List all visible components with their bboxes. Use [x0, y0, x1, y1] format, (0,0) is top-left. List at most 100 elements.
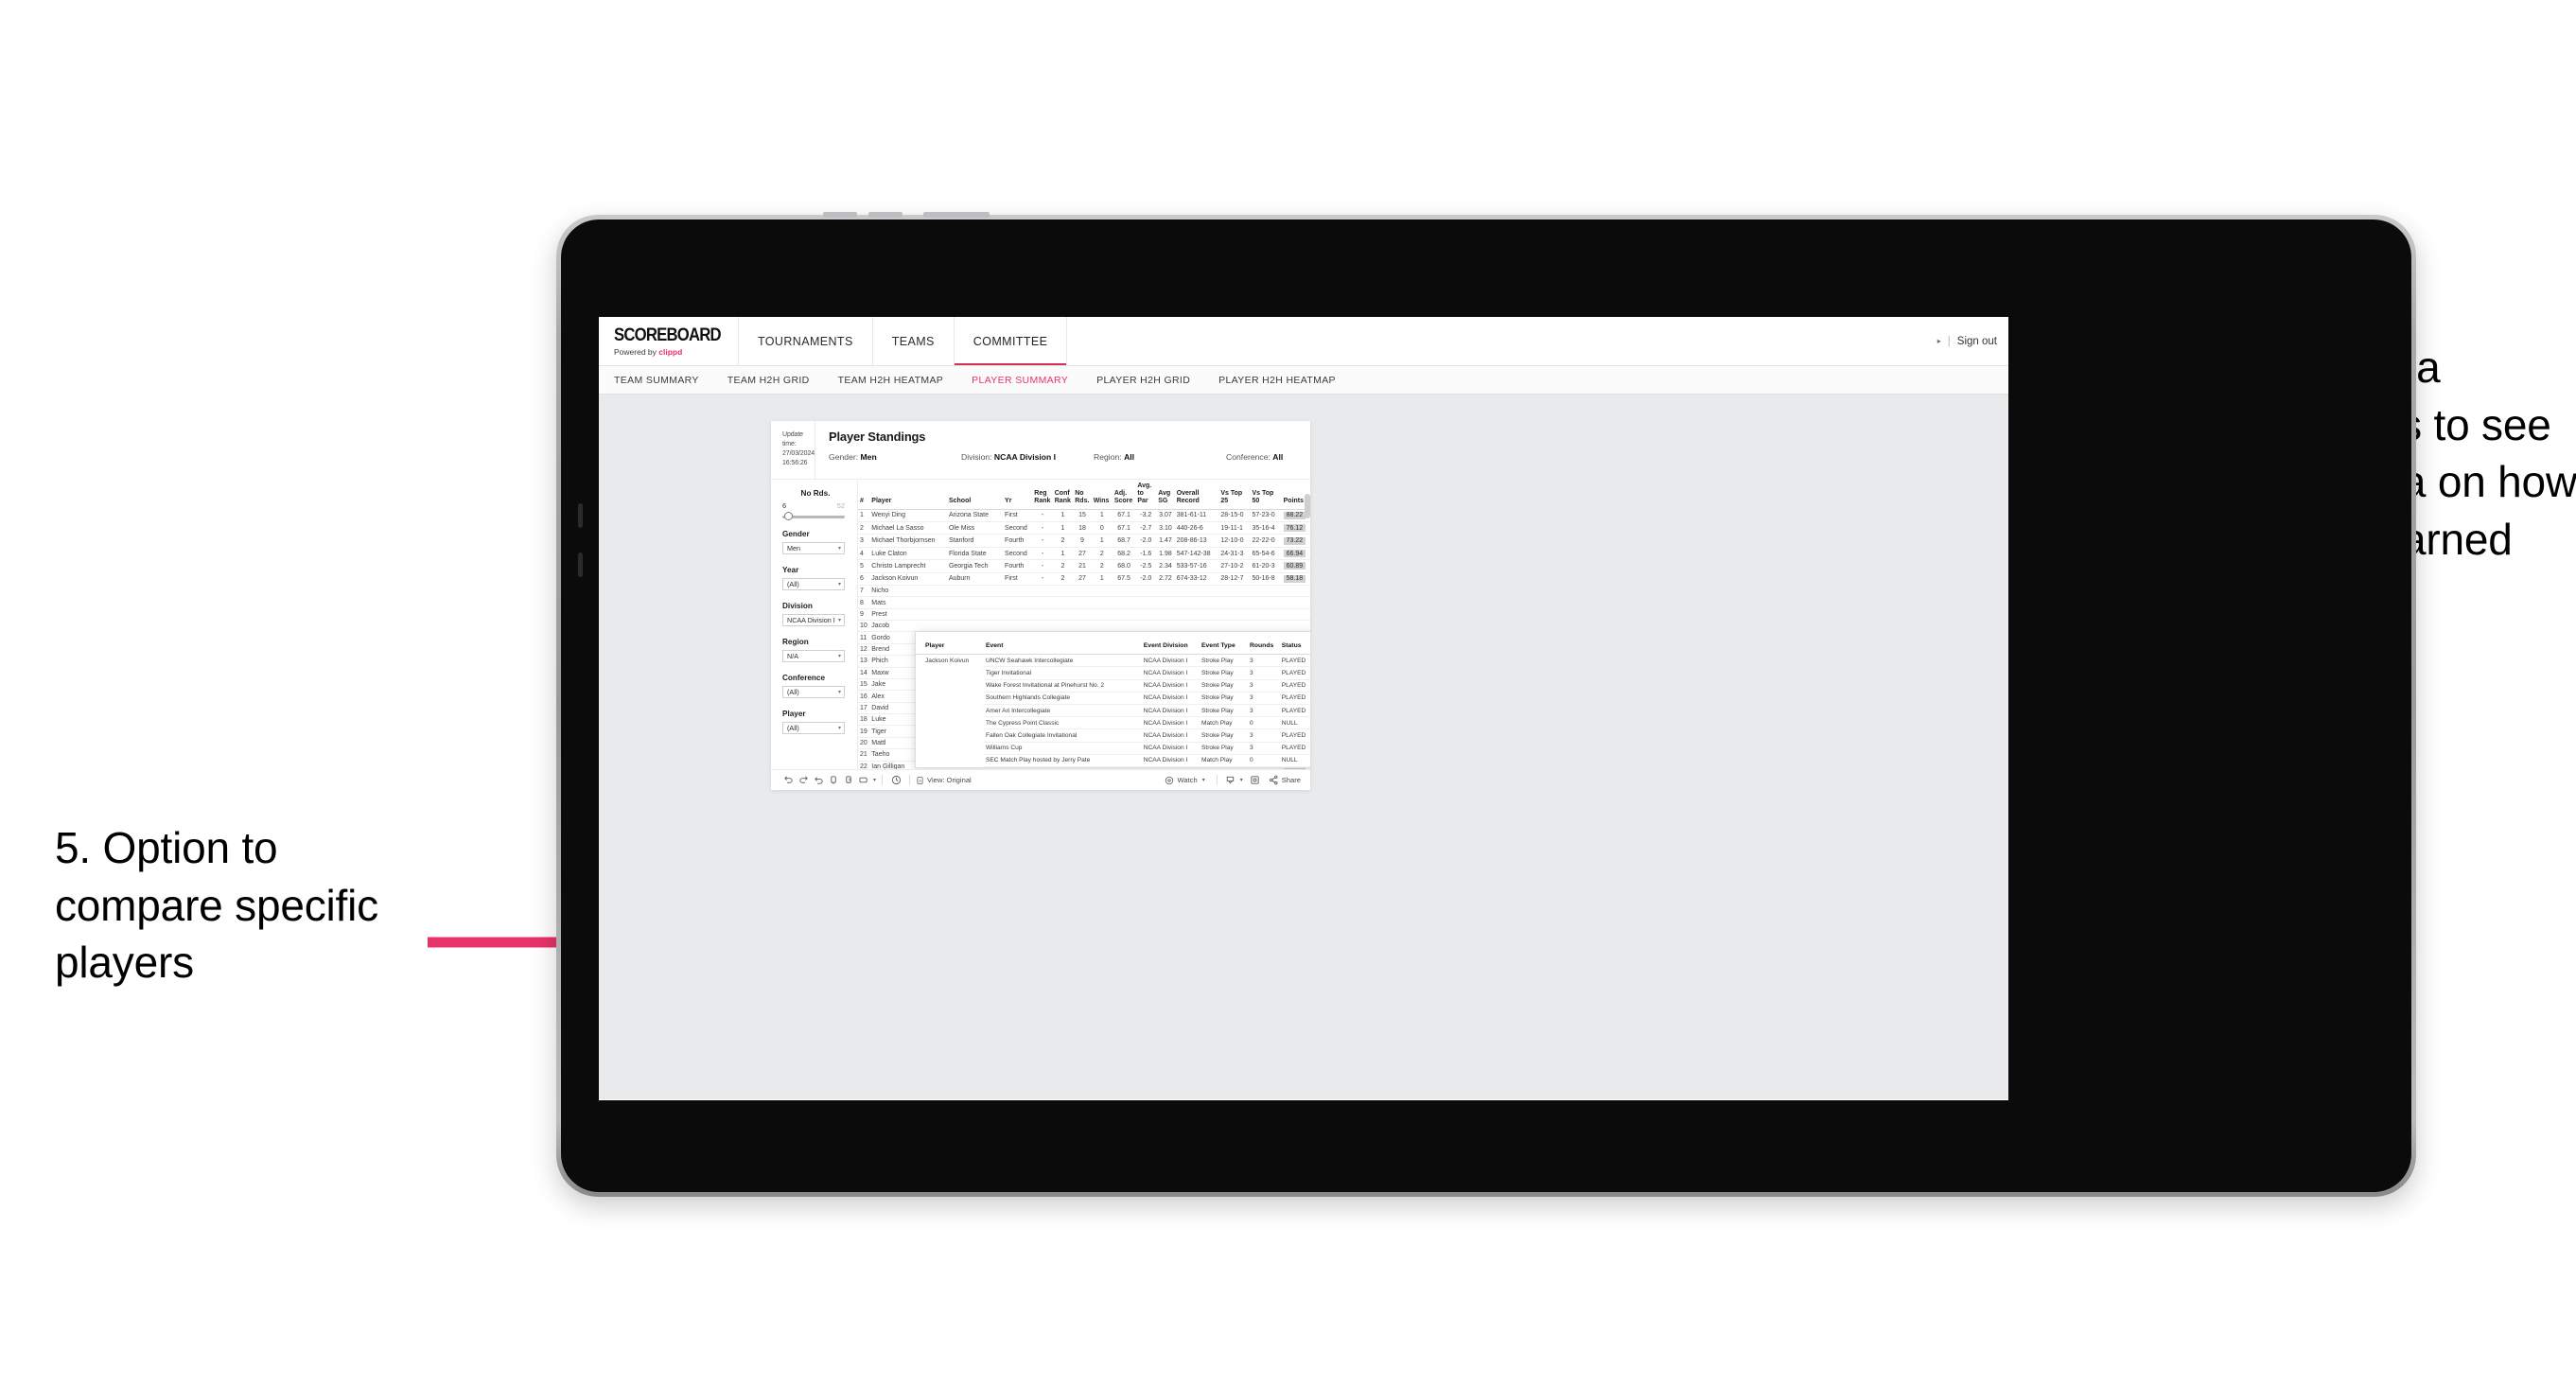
player-rank: 6	[858, 572, 870, 586]
account-chevron-icon[interactable]: ▸	[1937, 337, 1941, 345]
table-row[interactable]: 5 Christo Lamprecht Georgia Tech Fourth -2 21…	[858, 559, 1310, 573]
filter-year-label: Year	[782, 565, 799, 574]
table-row[interactable]: 9 Prest	[858, 608, 1310, 622]
table-row[interactable]: 6 Jackson Koivun Auburn First -2 27 1 67.5 -2.0 2…	[858, 572, 1310, 586]
summary-filter-conference: Conference: All	[1226, 452, 1358, 462]
subnav-item-player-summary[interactable]: PLAYER SUMMARY	[972, 375, 1068, 386]
brand-logo[interactable]: SCOREBOARD Powered by clippd	[599, 317, 739, 365]
subnav-item-team-summary[interactable]: TEAM SUMMARY	[614, 375, 699, 386]
no-rounds-range: 6 52	[782, 501, 845, 510]
subnav-item-player-h2h-grid[interactable]: PLAYER H2H GRID	[1096, 375, 1190, 386]
filter-gender: Gender Men ▾	[782, 530, 857, 554]
filter-region-select[interactable]: N/A ▾	[782, 649, 845, 662]
history-icon[interactable]	[888, 775, 903, 785]
filter-division-select[interactable]: NCAA Division I ▾	[782, 613, 845, 626]
no-rounds-slider-handle[interactable]	[784, 512, 793, 521]
player-points-cell[interactable]: 73.22	[1281, 534, 1310, 548]
tooltip-player-name	[916, 754, 983, 766]
player-points-cell[interactable]	[1281, 596, 1310, 609]
annotation-step-5: 5. Option to compare specific players	[55, 823, 378, 988]
filter-conference-select[interactable]: (All) ▾	[782, 685, 845, 698]
player-reg-rank: -	[1032, 547, 1053, 561]
download-icon[interactable]	[1223, 775, 1238, 785]
watch-button[interactable]: Watch ▾	[1165, 776, 1205, 785]
tooltip-event-type: Stroke Play	[1198, 654, 1247, 668]
redo-icon[interactable]	[796, 775, 811, 785]
summary-division-label: Division:	[961, 452, 992, 462]
col-year[interactable]: Yr	[1003, 479, 1033, 510]
no-rounds-slider[interactable]	[782, 512, 845, 521]
player-points-cell[interactable]: 66.94	[1281, 547, 1310, 561]
player-name: Jackson Koivun	[869, 572, 947, 586]
table-row[interactable]: 8 Mats	[858, 596, 1310, 609]
col-rank[interactable]: #	[858, 479, 870, 510]
sheet-title-zone: Player Standings Gender: Men Division: N…	[815, 421, 1358, 479]
tooltip-row: Tiger Invitational NCAA Division I Stroke …	[916, 666, 1310, 680]
table-row[interactable]: 4 Luke Claton Florida State Second -1 27 2 68.2…	[858, 547, 1310, 561]
tooltip-event-name: Southern Highlands Collegiate	[982, 692, 1141, 705]
player-wins	[1091, 608, 1113, 622]
slide-canvas: 4. Hover over a player’s points to see a…	[0, 0, 2576, 1386]
device-layout-icon[interactable]	[856, 775, 871, 785]
nav-item-committee[interactable]: COMMITTEE	[954, 317, 1068, 365]
table-row[interactable]: 3 Michael Thorbjornsen Stanford Fourth -2 9 1 6…	[858, 534, 1310, 548]
share-button[interactable]: Share	[1269, 775, 1301, 785]
nav-item-tournaments[interactable]: TOURNAMENTS	[739, 317, 873, 365]
col-vs-top-50[interactable]: Vs Top 50	[1250, 479, 1282, 510]
filter-region: Region N/A ▾	[782, 638, 857, 662]
fullscreen-icon[interactable]	[1248, 775, 1263, 785]
refresh-icon[interactable]	[841, 775, 856, 785]
col-player[interactable]: Player	[869, 479, 947, 510]
table-row[interactable]: 7 Nicho	[858, 585, 1310, 598]
tooltip-event-division: NCAA Division I	[1140, 692, 1199, 705]
device-layout-chevron-icon[interactable]: ▾	[873, 777, 876, 783]
subnav-item-team-h2h-grid[interactable]: TEAM H2H GRID	[727, 375, 810, 386]
col-reg-rank[interactable]: Reg Rank	[1032, 479, 1053, 510]
watch-chevron-icon[interactable]: ▾	[1202, 777, 1205, 783]
player-school	[946, 608, 1004, 622]
nav-item-teams[interactable]: TEAMS	[873, 317, 955, 365]
table-row[interactable]: 2 Michael La Sasso Ole Miss Second -1 18 0 67.1…	[858, 521, 1310, 535]
filter-year-select[interactable]: (All) ▾	[782, 577, 845, 590]
player-vs-top-50	[1250, 596, 1282, 609]
player-name: Michael Thorbjornsen	[869, 534, 947, 548]
col-school[interactable]: School	[946, 479, 1004, 510]
player-vs-top-25: 28-12-7	[1218, 572, 1251, 586]
sign-out-link[interactable]: Sign out	[1957, 336, 1997, 347]
tooltip-row: Amer Ari Intercollegiate NCAA Division IS…	[916, 704, 1310, 718]
pause-auto-update-icon[interactable]	[826, 775, 841, 785]
vertical-scrollbar[interactable]	[1305, 493, 1310, 518]
col-avg-to-par[interactable]: Avg. to Par	[1135, 479, 1157, 510]
col-conf-rank[interactable]: Conf Rank	[1052, 479, 1074, 510]
points-value: 88.22	[1283, 511, 1306, 519]
player-rank: 10	[858, 620, 870, 633]
tooltip-status: PLAYED	[1278, 742, 1310, 755]
col-avg-sg[interactable]: Avg SG	[1156, 479, 1175, 510]
summary-region-label: Region:	[1094, 452, 1122, 462]
table-row[interactable]: 1 Wenyi Ding Arizona State First -1 15 1 67.1 -3…	[858, 509, 1310, 523]
player-points-cell[interactable]: 58.18	[1281, 572, 1310, 586]
col-adj-score[interactable]: Adj. Score	[1112, 479, 1136, 510]
player-points-cell[interactable]	[1281, 585, 1310, 598]
col-vs-top-25[interactable]: Vs Top 25	[1218, 479, 1251, 510]
col-no-rounds[interactable]: No Rds.	[1073, 479, 1092, 510]
player-points-cell[interactable]: 76.12	[1281, 521, 1310, 535]
player-vs-top-50: 50-16-8	[1250, 572, 1282, 586]
player-points-cell[interactable]	[1281, 608, 1310, 622]
col-wins[interactable]: Wins	[1091, 479, 1113, 510]
player-overall-record: 547-142-38	[1174, 547, 1219, 561]
revert-icon[interactable]	[811, 775, 826, 785]
download-chevron-icon[interactable]: ▾	[1240, 777, 1243, 783]
subnav-item-team-h2h-heatmap[interactable]: TEAM H2H HEATMAP	[838, 375, 944, 386]
subnav-item-player-h2h-heatmap[interactable]: PLAYER H2H HEATMAP	[1218, 375, 1336, 386]
filter-gender-select[interactable]: Men ▾	[782, 541, 845, 554]
view-original-button[interactable]: a View: Original	[916, 776, 972, 785]
col-overall-record[interactable]: Overall Record	[1174, 479, 1219, 510]
player-points-cell[interactable]: 60.89	[1281, 559, 1310, 573]
player-avg-to-par: -2.0	[1135, 572, 1157, 586]
player-year: Second	[1003, 521, 1033, 535]
undo-icon[interactable]	[780, 775, 796, 785]
player-school	[946, 585, 1004, 598]
filter-player-select[interactable]: (All) ▾	[782, 721, 845, 734]
tooltip-event-division: NCAA Division I	[1140, 728, 1199, 743]
